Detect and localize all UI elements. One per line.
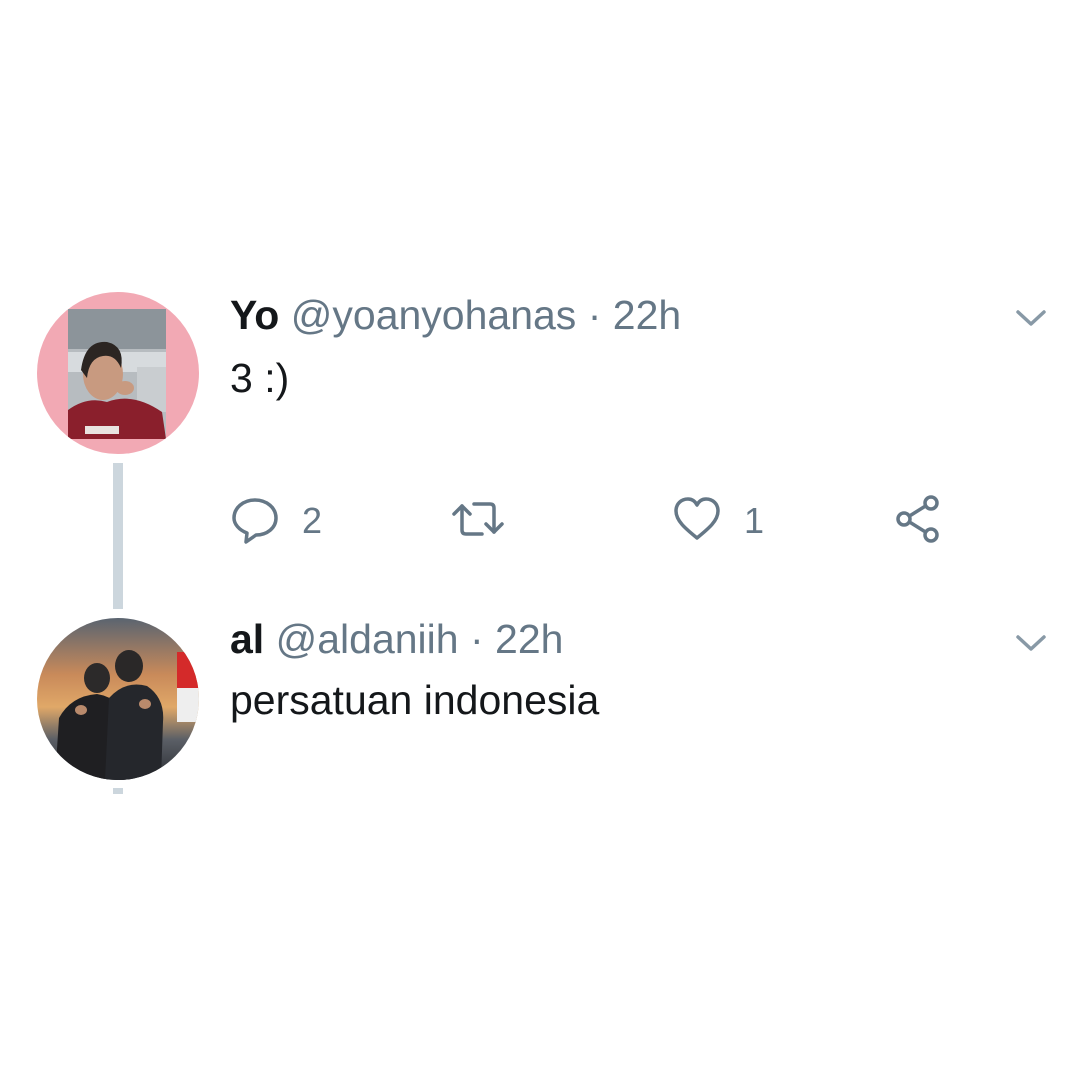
display-name[interactable]: al	[230, 616, 264, 662]
retweet-button[interactable]	[450, 495, 506, 547]
timestamp[interactable]: 22h	[495, 616, 563, 662]
like-count: 1	[744, 500, 765, 541]
share-button[interactable]	[893, 494, 943, 549]
separator-dot: ·	[469, 616, 484, 662]
reply-icon	[230, 494, 280, 549]
avatar[interactable]	[37, 292, 199, 454]
timestamp[interactable]: 22h	[613, 292, 681, 338]
share-icon	[893, 494, 943, 549]
tweet-header: al @aldaniih · 22h	[230, 617, 563, 661]
display-name[interactable]: Yo	[230, 292, 279, 338]
separator-dot: ·	[587, 292, 602, 338]
avatar[interactable]	[37, 618, 199, 780]
tweet-header: Yo @yoanyohanas · 22h	[230, 293, 681, 337]
retweet-icon	[450, 494, 506, 549]
reply-count: 2	[302, 500, 323, 541]
thread-line-continuation	[113, 788, 123, 794]
tweet-text: persatuan indonesia	[230, 677, 600, 723]
tweet-text: 3 :)	[230, 355, 290, 401]
like-button[interactable]: 1	[672, 495, 764, 547]
chevron-down-icon[interactable]	[1013, 631, 1049, 655]
like-icon	[672, 494, 722, 549]
thread-line	[113, 463, 123, 609]
handle[interactable]: @aldaniih	[276, 616, 459, 662]
handle[interactable]: @yoanyohanas	[291, 292, 577, 338]
chevron-down-icon[interactable]	[1013, 306, 1049, 330]
reply-button[interactable]: 2	[230, 495, 322, 547]
